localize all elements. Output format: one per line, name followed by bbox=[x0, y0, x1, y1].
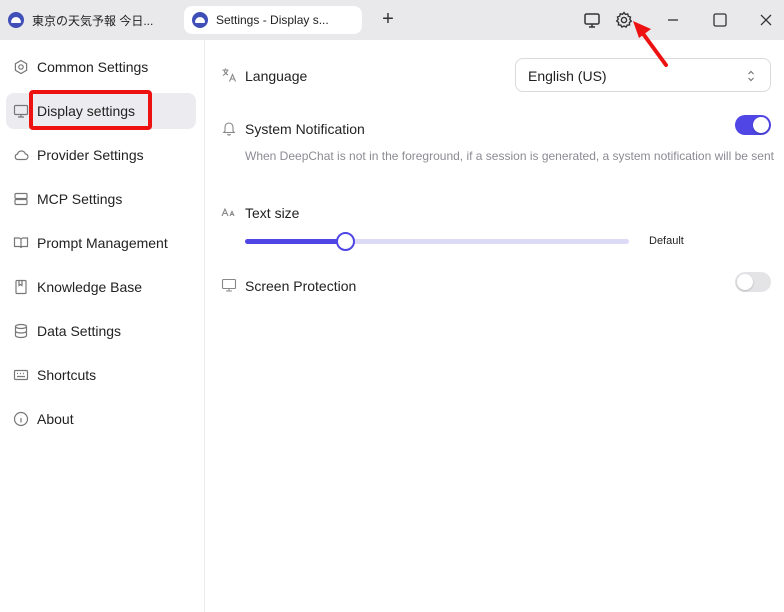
screen-protection-toggle[interactable] bbox=[735, 272, 771, 292]
keyboard-icon bbox=[13, 369, 29, 381]
screen-protection-label: Screen Protection bbox=[245, 278, 357, 294]
tab-title: Settings - Display s... bbox=[216, 13, 329, 27]
book-icon bbox=[15, 279, 27, 295]
sidebar-item-data-settings[interactable]: Data Settings bbox=[6, 313, 196, 349]
text-size-slider[interactable] bbox=[245, 232, 629, 251]
title-bar: 東京の天気予報 今日... Settings - Display s... + bbox=[0, 0, 784, 40]
text-size-value: Default bbox=[649, 235, 684, 247]
toggle-knob bbox=[753, 117, 769, 133]
sidebar-item-label: Shortcuts bbox=[37, 367, 97, 383]
system-notification-label: System Notification bbox=[245, 121, 365, 137]
new-tab-button[interactable]: + bbox=[378, 9, 398, 30]
hexagon-settings-icon bbox=[14, 59, 28, 75]
text-size-label: Text size bbox=[245, 205, 300, 221]
sidebar-item-label: About bbox=[37, 411, 74, 427]
bell-icon bbox=[222, 122, 236, 136]
close-icon[interactable] bbox=[756, 10, 776, 30]
cloud-icon bbox=[14, 150, 29, 161]
sidebar-item-display-settings[interactable]: Display settings bbox=[6, 93, 196, 129]
sidebar-item-knowledge-base[interactable]: Knowledge Base bbox=[6, 269, 196, 305]
chevron-up-down-icon bbox=[748, 70, 754, 82]
deepchat-logo-icon bbox=[8, 12, 24, 28]
sidebar-item-shortcuts[interactable]: Shortcuts bbox=[6, 357, 196, 393]
minimize-icon[interactable] bbox=[663, 10, 683, 30]
tab-title: 東京の天気予報 今日... bbox=[32, 13, 154, 28]
deepchat-logo-icon bbox=[192, 12, 208, 28]
sidebar-item-label: Display settings bbox=[37, 103, 136, 119]
gear-icon[interactable] bbox=[614, 10, 634, 30]
language-select[interactable]: English (US) bbox=[515, 58, 771, 92]
sidebar-item-label: Common Settings bbox=[37, 59, 149, 75]
toggle-knob bbox=[737, 274, 753, 290]
sidebar-item-mcp-settings[interactable]: MCP Settings bbox=[6, 181, 196, 217]
text-size-icon bbox=[221, 207, 235, 217]
sidebar-item-label: Provider Settings bbox=[37, 147, 144, 163]
sidebar-item-label: MCP Settings bbox=[37, 191, 123, 207]
system-notification-toggle[interactable] bbox=[735, 115, 771, 135]
tab-weather[interactable]: 東京の天気予報 今日... bbox=[8, 6, 168, 34]
book-open-icon bbox=[13, 237, 29, 249]
text-size-slider-fill bbox=[245, 239, 345, 244]
server-icon bbox=[14, 192, 28, 206]
tab-settings[interactable]: Settings - Display s... bbox=[184, 6, 362, 34]
maximize-icon[interactable] bbox=[710, 10, 730, 30]
sidebar-item-provider-settings[interactable]: Provider Settings bbox=[6, 137, 196, 173]
info-icon bbox=[13, 411, 29, 427]
system-notification-description: When DeepChat is not in the foreground, … bbox=[245, 149, 774, 163]
monitor-icon bbox=[13, 104, 29, 118]
sidebar-item-label: Prompt Management bbox=[37, 235, 168, 251]
database-icon bbox=[14, 323, 28, 339]
monitor-icon[interactable] bbox=[582, 10, 602, 30]
sidebar-item-about[interactable]: About bbox=[6, 401, 196, 437]
settings-sidebar: Common Settings Display settings Provide… bbox=[0, 40, 205, 612]
sidebar-item-common-settings[interactable]: Common Settings bbox=[6, 49, 196, 85]
translate-icon bbox=[222, 68, 237, 82]
language-select-value: English (US) bbox=[528, 68, 607, 84]
language-label: Language bbox=[245, 68, 308, 84]
sidebar-item-label: Knowledge Base bbox=[37, 279, 143, 295]
monitor-icon bbox=[221, 278, 237, 292]
display-settings-panel: Language English (US) System Notificatio… bbox=[206, 40, 784, 612]
sidebar-item-prompt-management[interactable]: Prompt Management bbox=[6, 225, 196, 261]
sidebar-item-label: Data Settings bbox=[37, 323, 122, 339]
text-size-slider-thumb[interactable] bbox=[335, 232, 355, 251]
